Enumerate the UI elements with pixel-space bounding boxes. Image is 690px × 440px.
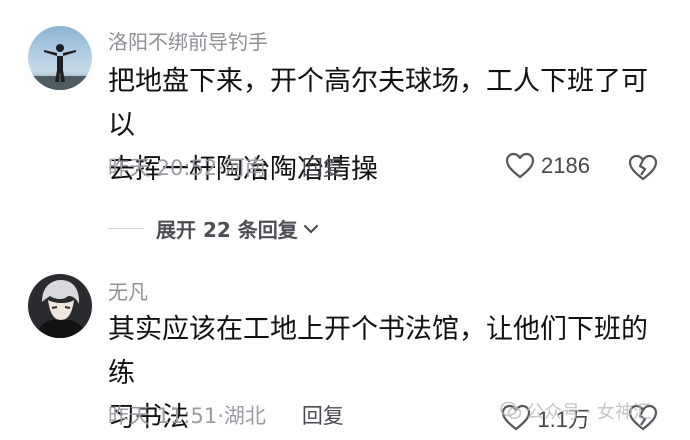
dislike-button[interactable]: [628, 154, 658, 186]
heart-icon: [505, 152, 535, 179]
reply-button[interactable]: 回复: [302, 154, 344, 182]
expand-replies-button[interactable]: 展开 22 条回复: [108, 214, 320, 243]
comment-meta: 昨天 20:52 · 河南 回复: [108, 154, 344, 182]
watermark-text: 公众号 · 女神汇: [526, 402, 652, 423]
comment-item: 洛阳不绑前导钓手 把地盘下来，开个高尔夫球场，工人下班了可以 去挥一杆陶冶陶冶情…: [0, 0, 690, 200]
divider: [108, 228, 144, 229]
like-count: 2186: [541, 153, 590, 178]
wechat-icon: [500, 401, 522, 419]
avatar-image: [28, 274, 92, 338]
comment-location: 河南: [223, 156, 266, 180]
comment-location: 湖北: [223, 404, 266, 428]
comment-meta: 昨天 11:51 · 湖北 回复: [108, 402, 344, 430]
meta-separator: ·: [217, 156, 224, 180]
username[interactable]: 无凡: [108, 280, 148, 304]
avatar-image: [28, 26, 92, 90]
broken-heart-icon: [628, 154, 658, 181]
avatar[interactable]: [28, 274, 92, 338]
chevron-down-icon: [303, 224, 318, 233]
comment-text-line: 其实应该在工地上开个书法馆，让他们下班的练: [108, 314, 648, 389]
comment-text-line: 把地盘下来，开个高尔夫球场，工人下班了可以: [108, 66, 648, 141]
meta-separator: ·: [217, 404, 224, 428]
username[interactable]: 洛阳不绑前导钓手: [108, 30, 268, 54]
like-button[interactable]: 2186: [505, 152, 590, 180]
reply-button[interactable]: 回复: [302, 402, 344, 430]
expand-replies-label: 展开 22 条回复: [156, 218, 298, 242]
avatar[interactable]: [28, 26, 92, 90]
comment-time: 昨天 20:52: [108, 156, 218, 180]
comment-time: 昨天 11:51: [108, 404, 218, 428]
watermark: 公众号 · 女神汇: [500, 398, 651, 424]
